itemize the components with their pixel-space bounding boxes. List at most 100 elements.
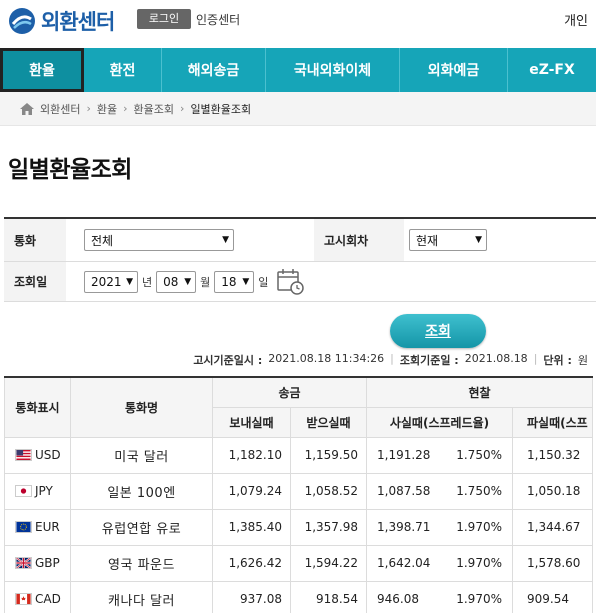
home-icon[interactable] xyxy=(20,102,34,115)
cash-sell-rate: 909.54 xyxy=(512,580,593,613)
cert-center-link[interactable]: 인증센터 xyxy=(196,11,240,28)
currency-name: 캐나다 달러 xyxy=(70,580,213,613)
table-row: JPY 일본 100엔 1,079.24 1,058.52 1,087.58 1.750%… xyxy=(4,472,593,510)
cash-buy-rate: 1,642.04 xyxy=(377,556,431,570)
chevron-down-icon: ▼ xyxy=(475,235,482,245)
col-header-cash-buy: 사실때(스프레드율) xyxy=(366,406,513,438)
breadcrumb: 외환센터 › 환율 › 환율조회 › 일별환율조회 xyxy=(0,92,596,126)
month-unit: 월 xyxy=(200,275,211,289)
currency-select[interactable]: 전체 ▼ xyxy=(84,229,234,251)
send-rate: 937.08 xyxy=(212,580,291,613)
nav-overseas-remit[interactable]: 해외송금 xyxy=(162,48,266,92)
chevron-down-icon: ▼ xyxy=(126,276,133,287)
notice-time: 2021.08.18 11:34:26 xyxy=(268,352,385,365)
divider: | xyxy=(390,352,394,365)
send-rate: 1,626.42 xyxy=(212,544,291,582)
receive-rate: 1,058.52 xyxy=(290,472,367,510)
currency-code-cell: CAD xyxy=(4,580,71,613)
table-row: CAD 캐나다 달러 937.08 918.54 946.08 1.970% 909.54 xyxy=(4,580,593,613)
receive-rate: 1,594.22 xyxy=(290,544,367,582)
unit-label: 단위 : xyxy=(543,354,572,367)
col-header-send: 송금 xyxy=(212,376,367,408)
col-header-name: 통화명 xyxy=(70,376,213,438)
logo-icon xyxy=(9,8,35,34)
year-unit: 년 xyxy=(142,275,153,289)
currency-code: EUR xyxy=(35,520,60,534)
currency-code-cell: JPY xyxy=(4,472,71,510)
cash-buy-rate: 1,398.71 xyxy=(377,520,431,534)
date-label: 조회일 xyxy=(4,262,66,301)
month-value: 08 xyxy=(163,274,179,289)
query-date: 2021.08.18 xyxy=(464,352,528,365)
notice-info: 고시기준일시 : 2021.08.18 11:34:26 | 조회기준일 : 2… xyxy=(193,352,588,368)
divider: | xyxy=(533,352,538,365)
currency-code: CAD xyxy=(35,592,61,606)
breadcrumb-item[interactable]: 외환센터 xyxy=(40,101,80,117)
breadcrumb-item[interactable]: 환율조회 xyxy=(134,101,174,117)
exchange-rate-table: 통화표시 통화명 송금 현찰 보내실때 받으실때 사실때(스프레드율) 파실때(… xyxy=(4,376,593,613)
table-row: GBP 영국 파운드 1,626.42 1,594.22 1,642.04 1.970% 1… xyxy=(4,544,593,582)
search-form: 통화 전체 ▼ 고시회차 현재 ▼ 조회일 2021 ▼ 년 08 ▼ 월 18… xyxy=(4,217,596,302)
receive-rate: 918.54 xyxy=(290,580,367,613)
currency-code-cell: USD xyxy=(4,436,71,474)
day-unit: 일 xyxy=(258,275,269,289)
table-row: EUR 유럽연합 유로 1,385.40 1,357.98 1,398.71 1.970%… xyxy=(4,508,593,546)
receive-rate: 1,357.98 xyxy=(290,508,367,546)
nav-domestic-transfer[interactable]: 국내외화이체 xyxy=(266,48,400,92)
day-select[interactable]: 18 ▼ xyxy=(214,270,255,293)
send-rate: 1,079.24 xyxy=(212,472,291,510)
table-header-row: 통화표시 통화명 송금 현찰 xyxy=(4,376,593,438)
col-header-code: 통화표시 xyxy=(4,376,71,438)
cash-buy-rate: 1,191.28 xyxy=(377,448,431,462)
nav-ez-fx[interactable]: eZ-FX xyxy=(508,48,596,92)
chevron-right-icon: › xyxy=(86,102,91,115)
col-header-send-out: 보내실때 xyxy=(212,406,291,438)
col-header-send-in: 받으실때 xyxy=(290,406,367,438)
year-value: 2021 xyxy=(91,274,122,289)
notice-round-value: 현재 xyxy=(416,233,439,248)
currency-name: 일본 100엔 xyxy=(70,472,213,510)
currency-label: 통화 xyxy=(4,219,66,261)
col-header-cash: 현찰 xyxy=(366,376,593,408)
spread-rate: 1.970% xyxy=(456,520,502,534)
currency-code-cell: GBP xyxy=(4,544,71,582)
chevron-right-icon: › xyxy=(180,102,185,115)
breadcrumb-current: 일별환율조회 xyxy=(190,102,252,116)
login-button[interactable]: 로그인 xyxy=(137,9,191,29)
cash-sell-rate: 1,150.32 xyxy=(512,436,593,474)
receive-rate: 1,159.50 xyxy=(290,436,367,474)
form-row-currency: 통화 전체 ▼ 고시회차 현재 ▼ xyxy=(4,219,596,262)
currency-name: 영국 파운드 xyxy=(70,544,213,582)
cash-buy-cell: 1,398.71 1.970% xyxy=(366,508,513,546)
cash-buy-cell: 1,191.28 1.750% xyxy=(366,436,513,474)
cash-buy-rate: 1,087.58 xyxy=(377,484,431,498)
breadcrumb-item[interactable]: 환율 xyxy=(97,101,117,117)
currency-select-value: 전체 xyxy=(91,233,114,248)
month-select[interactable]: 08 ▼ xyxy=(156,270,197,293)
logo-text: 외환센터 xyxy=(41,10,115,34)
cash-buy-rate: 946.08 xyxy=(377,592,419,606)
col-header-cash-sell: 파실때(스프 xyxy=(512,406,593,438)
nav-fx-deposit[interactable]: 외화예금 xyxy=(400,48,508,92)
nav-exchange[interactable]: 환전 xyxy=(84,48,162,92)
currency-name: 미국 달러 xyxy=(70,436,213,474)
spread-rate: 1.750% xyxy=(456,448,502,462)
year-select[interactable]: 2021 ▼ xyxy=(84,270,138,293)
currency-code: USD xyxy=(35,448,61,462)
ca-flag-icon xyxy=(15,593,32,605)
personal-menu[interactable]: 개인 xyxy=(564,10,588,29)
search-button[interactable]: 조회 xyxy=(390,314,486,348)
logo[interactable]: 외환센터 xyxy=(8,6,115,36)
nav-exchange-rate[interactable]: 환율 xyxy=(0,48,84,92)
query-date-label: 조회기준일 : xyxy=(399,354,459,367)
send-rate: 1,385.40 xyxy=(212,508,291,546)
cash-sell-rate: 1,050.18 xyxy=(512,472,593,510)
notice-round-select[interactable]: 현재 ▼ xyxy=(409,229,487,251)
cash-buy-cell: 1,642.04 1.970% xyxy=(366,544,513,582)
send-rate: 1,182.10 xyxy=(212,436,291,474)
jp-flag-icon xyxy=(15,485,32,497)
spread-rate: 1.750% xyxy=(456,484,502,498)
main-nav: 환율 환전 해외송금 국내외화이체 외화예금 eZ-FX xyxy=(0,48,596,92)
calendar-icon[interactable] xyxy=(276,268,306,296)
day-value: 18 xyxy=(221,274,237,289)
